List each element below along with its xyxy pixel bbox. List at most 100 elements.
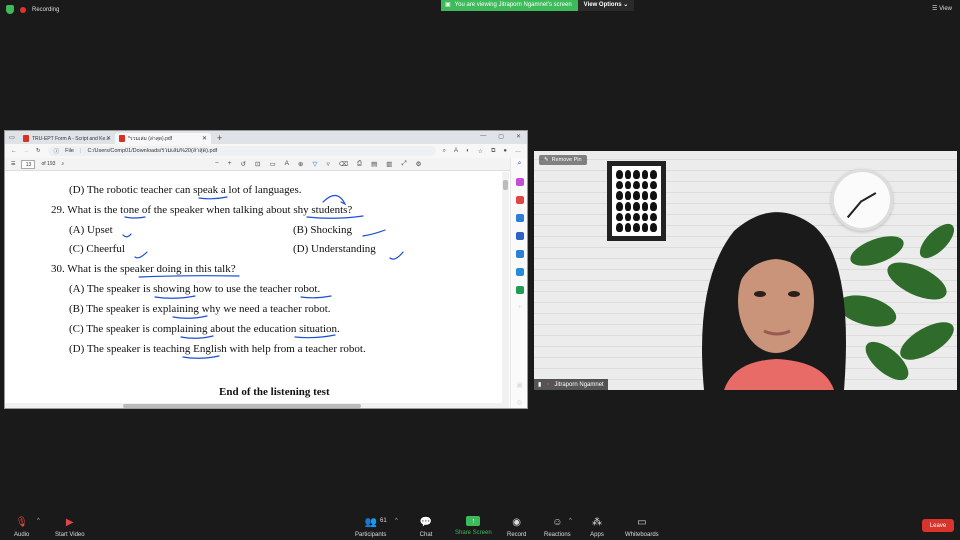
pdf-icon: [23, 135, 29, 142]
close-tab-icon[interactable]: ✕: [106, 135, 111, 142]
window-controls: — ▢ ✕: [480, 133, 521, 140]
participants-count: 61: [380, 518, 387, 524]
apps-button[interactable]: ⁂ Apps: [590, 516, 604, 539]
pdf-tool-icons: − + ↺ ⊡ ▭ A ⊕ ▽ ▿ ⌫ ⎙ ▤ ▥ ⤢ ⚙: [215, 160, 421, 168]
record-icon: ◉: [512, 516, 522, 528]
address-bar[interactable]: ⓘ File | C:/Users/Comp01/Downloads/รวมเล…: [47, 146, 436, 156]
menu-icon[interactable]: …: [515, 148, 521, 155]
settings-icon[interactable]: ⚙: [416, 160, 422, 168]
underline-showing: [154, 295, 196, 299]
back-icon[interactable]: ←: [11, 148, 17, 154]
remove-pin-button[interactable]: ✎ Remove Pin: [539, 155, 587, 165]
heart-shape: [616, 170, 623, 179]
highlight-icon[interactable]: ▿: [326, 160, 329, 168]
heart-shape: [624, 170, 632, 179]
mic-muted-icon: ⚬: [545, 382, 551, 388]
video-off-icon: ▶: [65, 516, 74, 528]
audio-button[interactable]: 🎙 Audio: [14, 516, 29, 539]
fit-page-icon[interactable]: ⊡: [255, 160, 260, 168]
maximize-icon[interactable]: ▢: [498, 133, 504, 140]
heart-shape: [616, 202, 623, 211]
participants-options-icon[interactable]: ^: [395, 518, 398, 524]
reactions-button[interactable]: ☺ Reactions: [544, 516, 571, 539]
close-tab-icon[interactable]: ✕: [202, 135, 207, 142]
copilot-icon[interactable]: [515, 178, 524, 186]
extension-icon[interactable]: ◐: [466, 148, 470, 155]
underline-shy-students: [306, 215, 364, 219]
outlook-icon[interactable]: [515, 268, 524, 276]
favorites-icon[interactable]: ☆: [478, 148, 483, 155]
option-30c: (C) The speaker is complaining about the…: [69, 323, 340, 335]
mic-muted-icon: 🎙: [15, 516, 29, 528]
page-number-input[interactable]: 13: [21, 159, 36, 169]
heart-shape: [616, 191, 623, 200]
office-icon[interactable]: [515, 250, 524, 258]
tab-actions-icon[interactable]: ▭: [5, 133, 19, 144]
erase-icon[interactable]: ⌫: [339, 160, 348, 168]
option-30a: (A) The speaker is showing how to use th…: [69, 283, 321, 295]
print-icon[interactable]: ⎙: [357, 160, 362, 168]
fullscreen-icon[interactable]: ⤢: [401, 160, 406, 168]
record-button[interactable]: ◉ Record: [507, 516, 526, 539]
start-video-button[interactable]: ▶ Start Video: [55, 516, 85, 539]
vertical-scrollbar[interactable]: [502, 172, 509, 404]
horizontal-scrollbar[interactable]: [5, 403, 509, 408]
chat-button[interactable]: 💬 Chat: [419, 516, 433, 539]
audio-options-icon[interactable]: ^: [37, 518, 40, 524]
heart-shape: [624, 180, 632, 190]
tick-cheerful: [134, 251, 148, 259]
heart-shape: [633, 170, 640, 179]
reactions-options-icon[interactable]: ^: [569, 518, 572, 524]
browser-tab-1[interactable]: TRU-EPT Form A - Script and Ke... ✕: [19, 133, 115, 144]
minimize-icon[interactable]: —: [480, 133, 486, 140]
participant-person: [702, 212, 846, 390]
collections-icon[interactable]: ⧉: [491, 148, 495, 155]
browser-action-icons: ⌕ A ◐ ☆ ⧉ ● …: [443, 148, 521, 155]
whiteboards-button[interactable]: ▭ Whiteboards: [625, 516, 659, 539]
shopping-icon[interactable]: [515, 196, 524, 204]
search-icon[interactable]: ⌕: [61, 161, 64, 167]
search-icon[interactable]: ⌕: [518, 160, 522, 168]
drop-icon[interactable]: [515, 286, 524, 294]
heart-shape: [650, 223, 657, 232]
screen-share-icon: ▣: [445, 2, 451, 8]
read-icon[interactable]: ⊕: [298, 160, 303, 168]
underline-speak-a-lot: [198, 196, 228, 200]
heart-shape: [650, 202, 657, 211]
split-screen-icon[interactable]: ▣: [516, 381, 523, 389]
heart-picture-frame: [607, 161, 666, 241]
reload-icon[interactable]: ↻: [36, 148, 41, 154]
page-view-icon[interactable]: ▭: [270, 160, 276, 168]
participant-name-bar: ▮ ⚬ Jitraporn Ngamnet: [534, 379, 608, 390]
tools-icon[interactable]: [515, 214, 524, 222]
rotate-icon[interactable]: ↺: [241, 160, 246, 168]
view-button[interactable]: ☰ View: [932, 5, 952, 12]
games-icon[interactable]: [515, 232, 524, 240]
contents-icon[interactable]: ☰: [11, 161, 15, 167]
leave-button[interactable]: Leave: [922, 519, 954, 532]
underline-tone: [124, 216, 146, 219]
pdf-page: (D) The robotic teacher can speak a lot …: [5, 172, 502, 404]
profile-icon[interactable]: ●: [503, 148, 507, 155]
settings-icon[interactable]: ⚙: [516, 399, 522, 407]
text-icon[interactable]: A: [285, 160, 289, 168]
draw-icon[interactable]: ▽: [312, 160, 317, 168]
participant-video[interactable]: ✎ Remove Pin ▮ ⚬ Jitraporn Ngamnet: [534, 151, 957, 390]
save-icon[interactable]: ▤: [371, 160, 377, 168]
option-29a: (A) Upset: [69, 224, 113, 236]
forward-icon[interactable]: →: [24, 148, 30, 154]
option-29d: (D) Understanding: [293, 243, 376, 255]
add-icon[interactable]: +: [517, 304, 521, 311]
save-as-icon[interactable]: ▥: [386, 160, 392, 168]
new-tab-icon[interactable]: +: [217, 133, 222, 144]
shield-icon[interactable]: [6, 5, 14, 14]
option-30d: (D) The speaker is teaching English with…: [69, 343, 366, 355]
close-window-icon[interactable]: ✕: [516, 133, 521, 140]
zoom-out-icon[interactable]: −: [215, 160, 219, 168]
view-options-button[interactable]: View Options ⌄: [577, 0, 635, 11]
zoom-icon[interactable]: ⌕: [443, 148, 446, 155]
read-aloud-icon[interactable]: A: [454, 148, 458, 155]
browser-tab-2[interactable]: *รวมเล่ม (ล่าสุด).pdf ✕: [115, 133, 211, 144]
share-screen-button[interactable]: ↑ Share Screen: [455, 516, 492, 536]
zoom-in-icon[interactable]: +: [228, 160, 232, 168]
